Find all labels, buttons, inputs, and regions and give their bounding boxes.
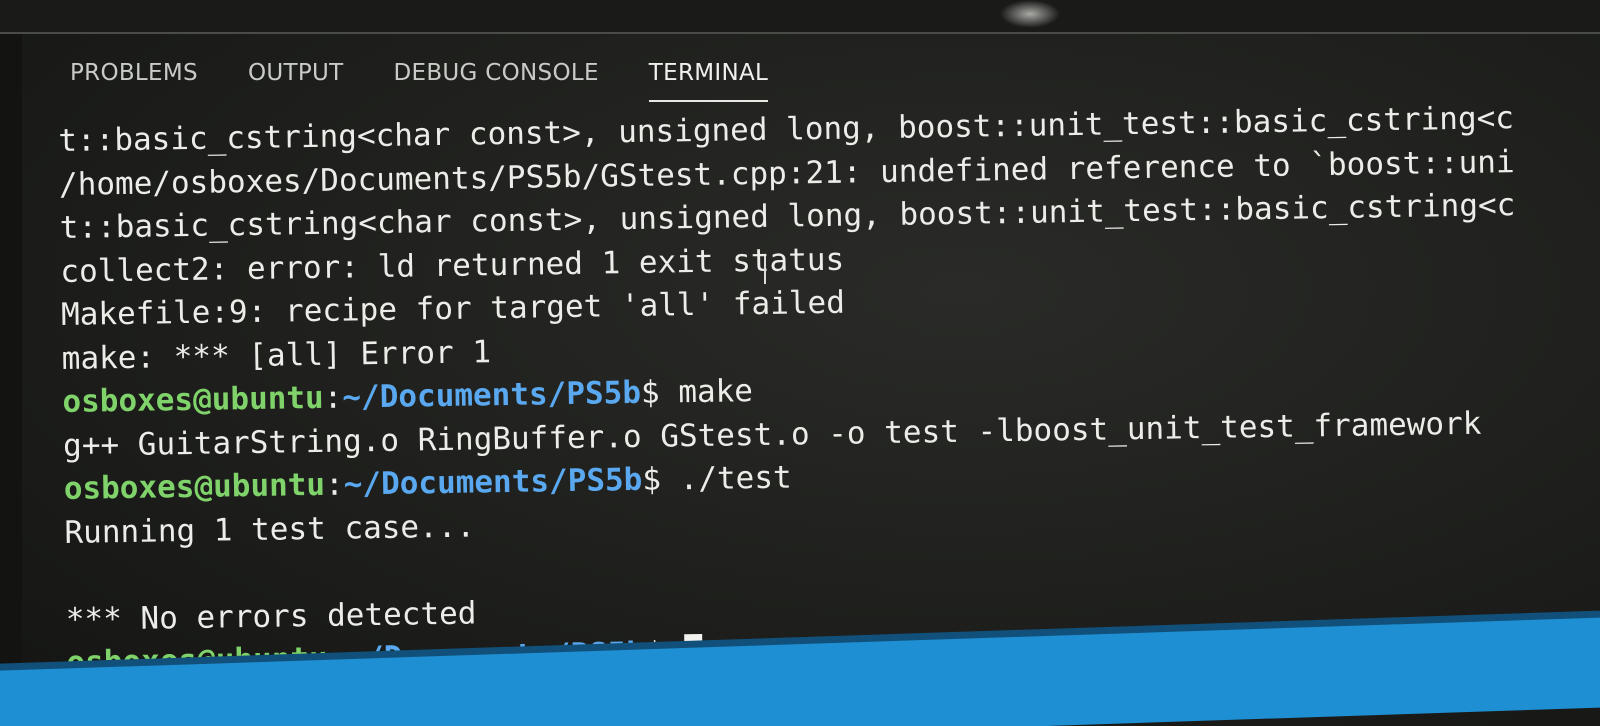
prompt-user: osboxes@ubuntu [62,379,324,420]
tab-debug-console[interactable]: DEBUG CONSOLE [393,52,598,100]
prompt-path: ~/Documents/PS5b [343,461,643,503]
prompt-command: make [659,373,754,411]
prompt-dollar: $ [642,461,662,498]
tab-terminal[interactable]: TERMINAL [648,52,769,102]
mouse-text-cursor-icon [764,256,766,284]
prompt-command: ./test [660,459,792,498]
panel-tab-bar: PROBLEMS OUTPUT DEBUG CONSOLE TERMINAL [70,52,818,102]
prompt-dollar: $ [640,374,660,411]
screen: PROBLEMS OUTPUT DEBUG CONSOLE TERMINAL t… [0,0,1600,726]
prompt-separator: : [324,466,345,503]
prompt-separator: : [323,379,343,416]
terminal-output[interactable]: t::basic_cstring<char const>, unsigned l… [58,96,1600,686]
tab-output[interactable]: OUTPUT [248,52,344,100]
prompt-path: ~/Documents/PS5b [342,374,642,416]
screen-bezel-left [0,0,22,726]
tab-problems[interactable]: PROBLEMS [70,52,198,100]
screen-glare [1000,0,1060,28]
editor-area-edge [0,0,1600,34]
prompt-user: osboxes@ubuntu [63,466,326,507]
